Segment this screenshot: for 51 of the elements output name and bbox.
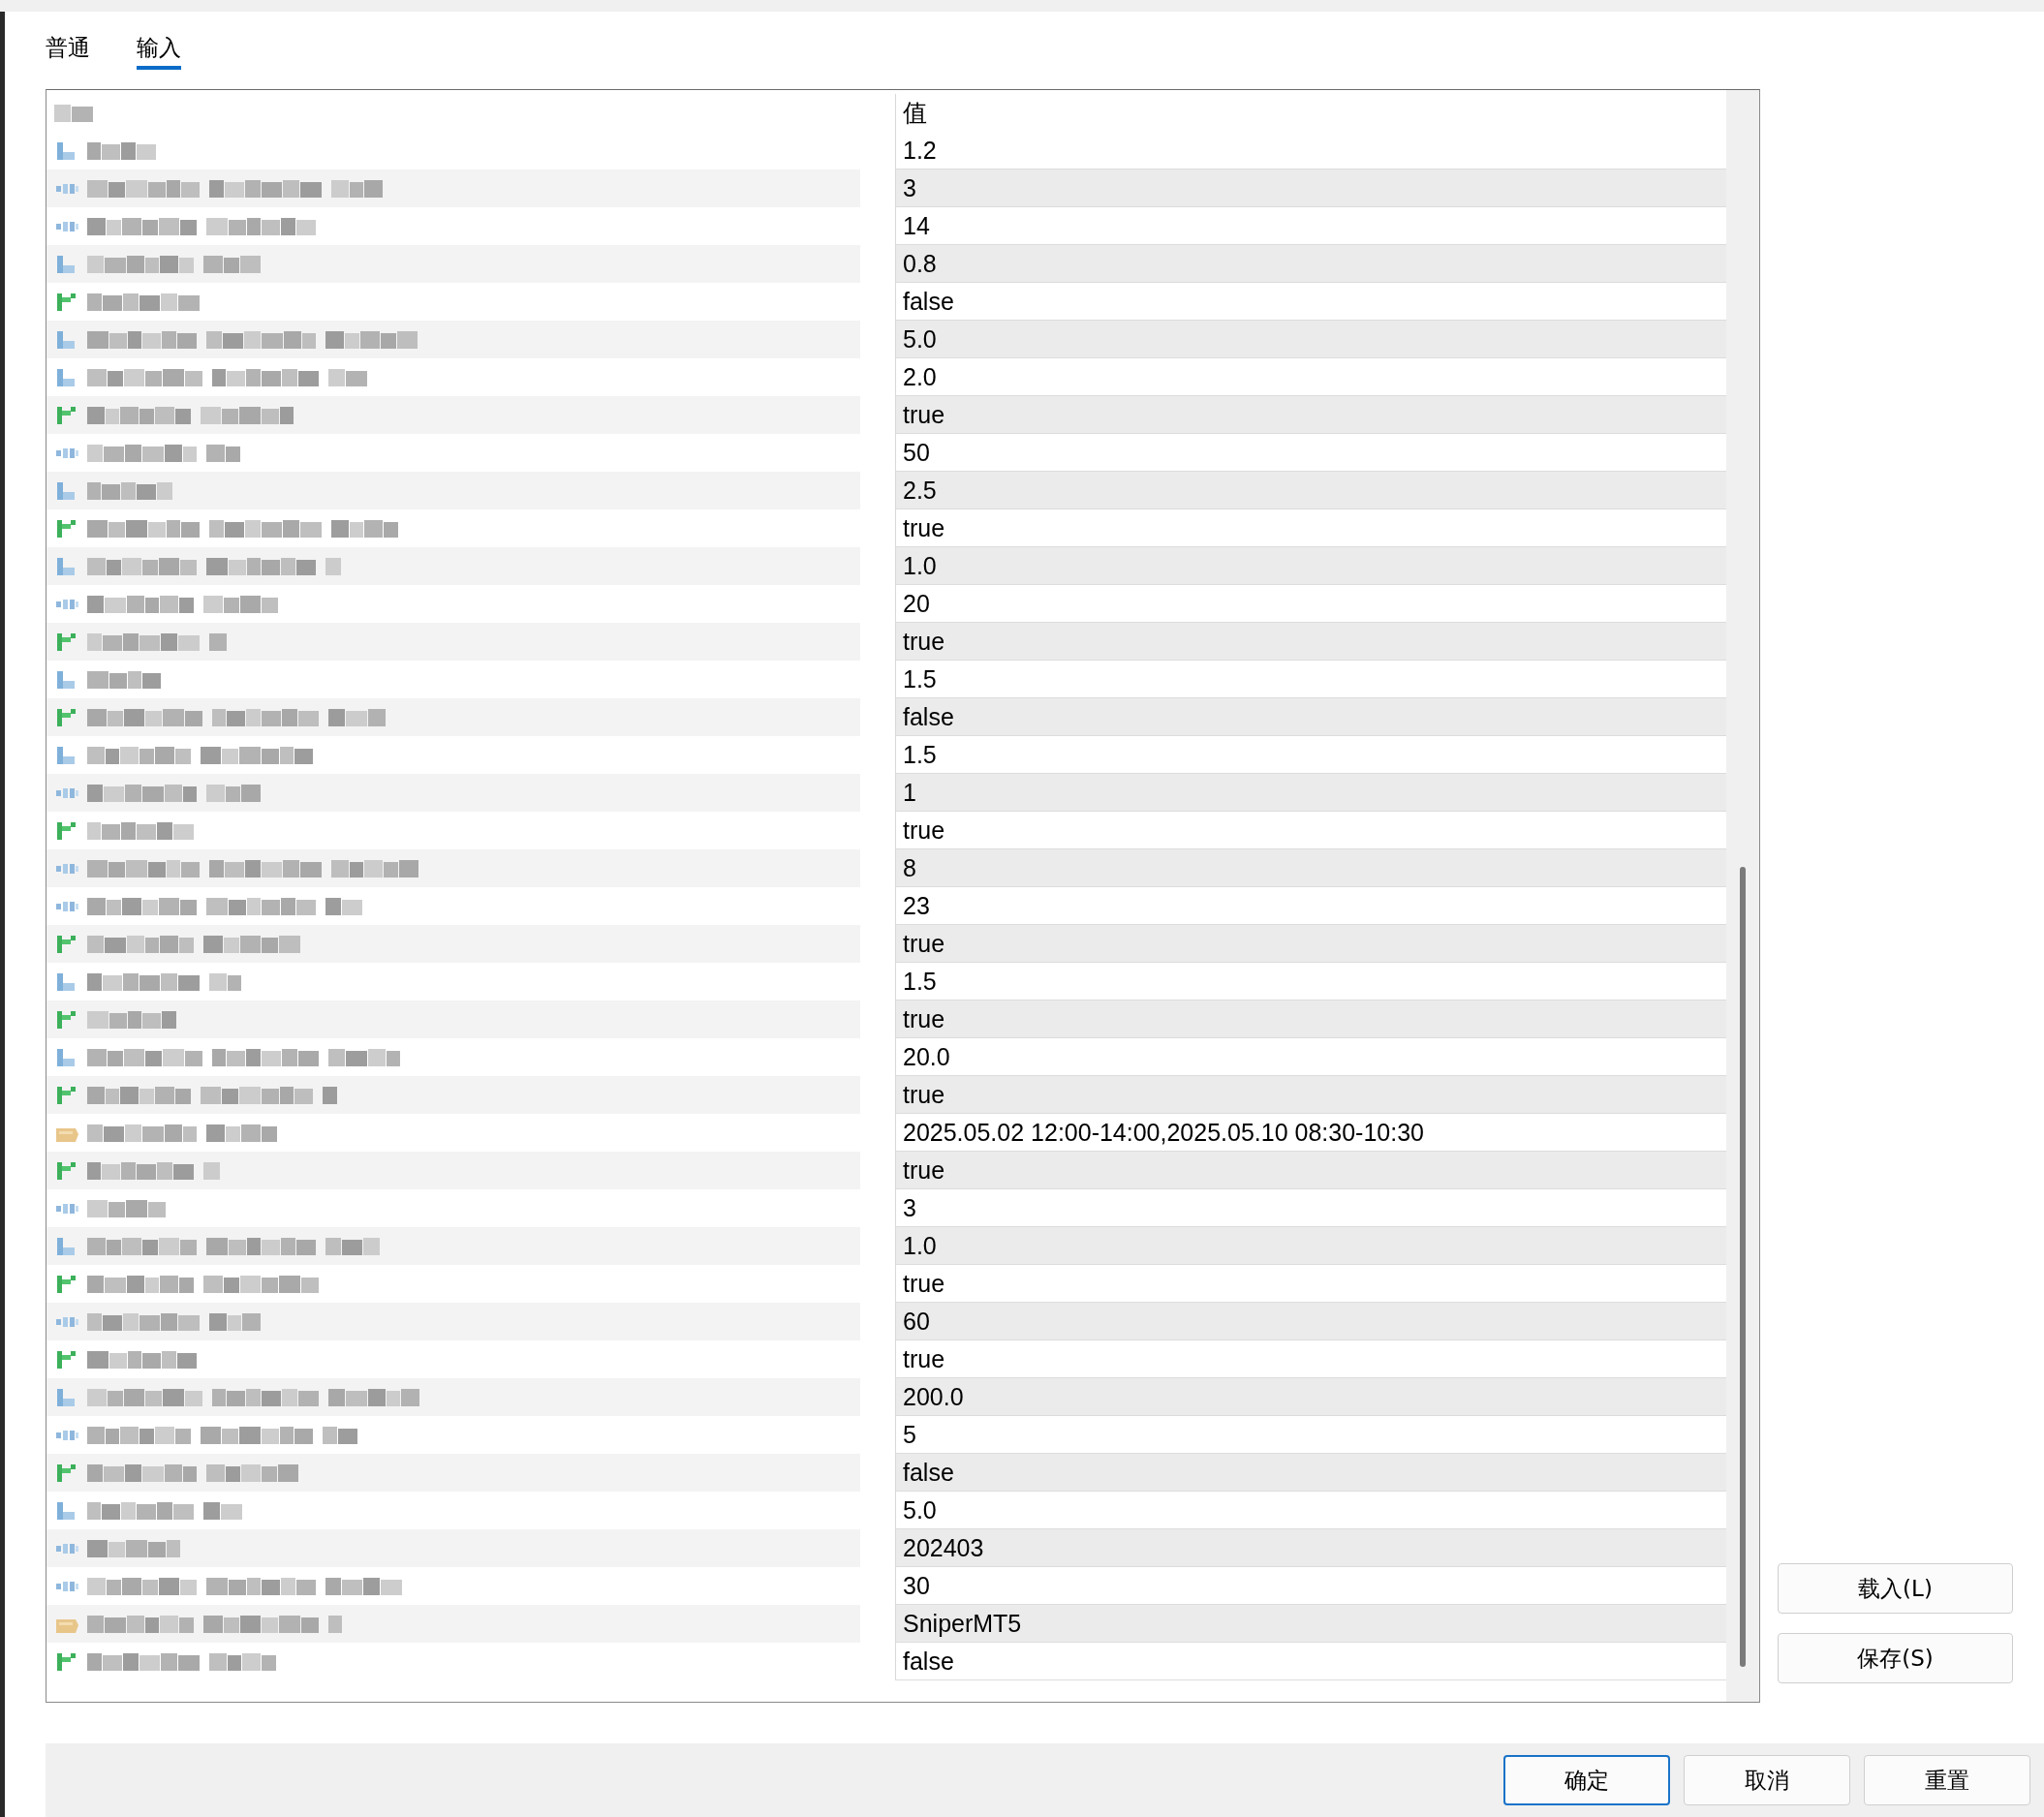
value-cell-text: 200.0 — [902, 1382, 964, 1411]
value-cell-text: 202403 — [902, 1533, 984, 1562]
value-cell-text: true — [902, 816, 945, 845]
value-cell-text: 1.5 — [902, 664, 937, 693]
value-cell-text: 5.0 — [902, 324, 937, 354]
value-cell-text: 5 — [902, 1420, 916, 1449]
value-cell-text: 1.2 — [902, 136, 937, 165]
value-cell-text: 30 — [902, 1571, 930, 1600]
value-cell-text: 8 — [902, 853, 916, 882]
value-cell-text: 1.5 — [902, 967, 937, 996]
value-cell-text: 3 — [902, 1193, 916, 1222]
value-cell-text: true — [902, 1155, 945, 1185]
value-cell-text: 20.0 — [902, 1042, 950, 1071]
tab[interactable]: 普通 — [46, 25, 90, 70]
value-cell-text: SniperMT5 — [902, 1609, 1022, 1638]
value-cell-text: 2.5 — [902, 476, 937, 505]
value-cell-text: 5.0 — [902, 1495, 937, 1524]
value-cell-text: 1.0 — [902, 551, 937, 580]
value-cell-text: 23 — [902, 891, 930, 920]
value-cell-text: 1.5 — [902, 740, 937, 769]
value-cell-text: true — [902, 400, 945, 429]
value-cell-text: 50 — [902, 438, 930, 467]
value-cell-text: 14 — [902, 211, 930, 240]
value-cell-text: true — [902, 513, 945, 542]
value-cell-text: true — [902, 1269, 945, 1298]
scrollbar[interactable] — [1726, 90, 1759, 1702]
value-cell-text: 20 — [902, 589, 930, 618]
dialog-button[interactable]: 取消 — [1684, 1755, 1850, 1805]
value-cell-text: 1 — [902, 778, 916, 807]
side-button[interactable]: 载入(L) — [1778, 1563, 2013, 1614]
value-cell-text: true — [902, 627, 945, 656]
value-cell-text: true — [902, 1344, 945, 1373]
value-cell-text: 1.0 — [902, 1231, 937, 1260]
value-cell-text: false — [902, 702, 954, 731]
scrollbar-thumb[interactable] — [1740, 867, 1746, 1667]
tab[interactable]: 输入 — [137, 25, 181, 70]
value-cell-text: 60 — [902, 1307, 930, 1336]
dialog-button[interactable]: 重置 — [1864, 1755, 2030, 1805]
value-cell-text: 2.0 — [902, 362, 937, 391]
value-cell-text: true — [902, 1080, 945, 1109]
value-cell-text: true — [902, 1004, 945, 1033]
value-cell-text: false — [902, 1458, 954, 1487]
value-cell-text: false — [902, 1647, 954, 1676]
value-cell-text: false — [902, 287, 954, 316]
value-cell-text: 2025.05.02 12:00-14:00,2025.05.10 08:30-10:30 — [902, 1118, 1424, 1147]
value-cell-text: 0.8 — [902, 249, 937, 278]
side-button[interactable]: 保存(S) — [1778, 1633, 2013, 1683]
value-cell-text: true — [902, 929, 945, 958]
dialog-button[interactable]: 确定 — [1503, 1755, 1670, 1805]
column-header: 值 — [902, 98, 927, 128]
value-cell-text: 3 — [902, 173, 916, 202]
